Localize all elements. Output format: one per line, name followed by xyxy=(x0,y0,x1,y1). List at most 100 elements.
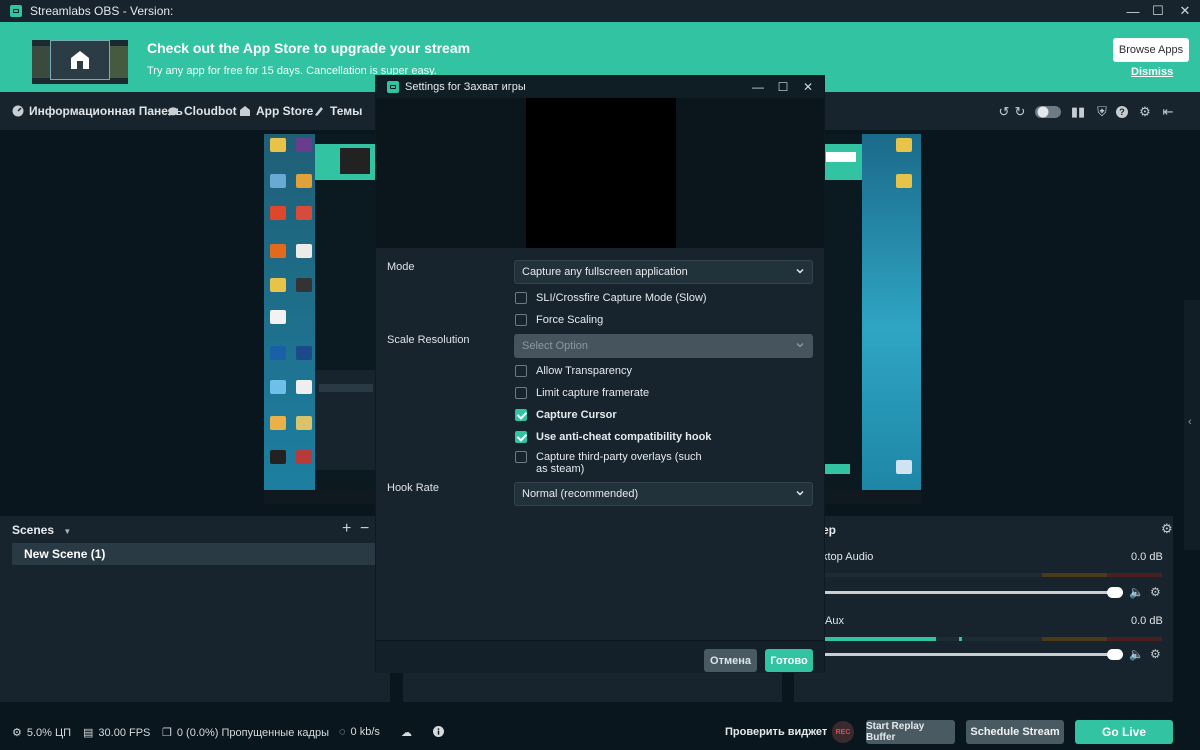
fps-readout: ▤ 30.00 FPS xyxy=(83,726,151,740)
nav-item-label: App Store xyxy=(256,104,314,118)
undo-icon[interactable]: ↺ xyxy=(996,104,1012,120)
speaker-icon[interactable]: 🔈 xyxy=(1129,585,1144,599)
checkbox-sli-crossfire[interactable]: SLI/Crossfire Capture Mode (Slow) xyxy=(515,292,707,304)
preview-nested-obs-left xyxy=(315,134,375,490)
mode-select[interactable]: Capture any fullscreen application xyxy=(514,260,813,284)
window-titlebar: Streamlabs OBS - Version: — ☐ ✕ xyxy=(0,0,1200,22)
sidebar-collapse-handle[interactable]: ‹ xyxy=(1184,300,1200,550)
mode-select-value: Capture any fullscreen application xyxy=(522,266,688,278)
checkbox-box[interactable] xyxy=(515,314,527,326)
volume-slider[interactable] xyxy=(822,591,1122,594)
source-preview-frame xyxy=(526,98,676,248)
source-gear-icon[interactable]: ⚙ xyxy=(1150,585,1161,599)
dismiss-link[interactable]: Dismiss xyxy=(1131,66,1173,78)
preview-nested-obs-right xyxy=(822,134,862,490)
chevron-down-icon xyxy=(796,490,804,496)
record-label: REC xyxy=(835,728,851,736)
dialog-close-icon[interactable]: ✕ xyxy=(796,76,820,98)
window-title: Streamlabs OBS - Version: xyxy=(30,4,174,18)
mixer-dock xyxy=(794,516,1173,702)
audio-meter xyxy=(822,637,1162,641)
checkbox-box[interactable] xyxy=(515,409,527,421)
svg-text:?: ? xyxy=(1119,107,1125,117)
done-button[interactable]: Готово xyxy=(765,649,813,672)
checkbox-limit-framerate[interactable]: Limit capture framerate xyxy=(515,387,649,399)
checkbox-capture-cursor[interactable]: Capture Cursor xyxy=(515,409,617,421)
checkbox-box[interactable] xyxy=(515,451,527,463)
browse-apps-button[interactable]: Browse Apps xyxy=(1113,38,1189,62)
nav-item-app-store[interactable]: App Store xyxy=(239,104,313,118)
nav-item-label: Cloudbot xyxy=(184,104,237,118)
nav-item-themes[interactable]: Темы xyxy=(313,104,362,118)
film-icon: ▤ xyxy=(83,727,94,739)
dialog-footer: Отмена Готово xyxy=(376,640,824,673)
studio-mode-icon[interactable]: ▮▮ xyxy=(1070,104,1086,120)
maximize-icon[interactable]: ☐ xyxy=(1143,0,1173,22)
mixer-settings-gear-icon[interactable]: ⚙ xyxy=(1161,521,1173,537)
nav-item-dashboard[interactable]: Информационная Панель xyxy=(12,104,183,118)
schedule-stream-button[interactable]: Schedule Stream xyxy=(966,720,1064,744)
hook-rate-label: Hook Rate xyxy=(387,482,439,494)
shield-icon[interactable]: ⛨ xyxy=(1094,104,1110,120)
streamlabs-logo-icon xyxy=(10,5,22,17)
chevron-left-icon[interactable]: ‹ xyxy=(1188,416,1192,428)
dialog-maximize-icon[interactable]: ☐ xyxy=(771,76,795,98)
volume-slider-handle[interactable] xyxy=(1107,587,1123,598)
test-widgets-link[interactable]: Проверить виджет xyxy=(725,726,827,738)
chevron-down-icon[interactable]: ▼ xyxy=(63,527,71,536)
start-replay-buffer-button[interactable]: Start Replay Buffer xyxy=(866,720,955,744)
go-live-button[interactable]: Go Live xyxy=(1075,720,1173,744)
hook-rate-value: Normal (recommended) xyxy=(522,488,639,500)
cloudbot-icon xyxy=(168,107,178,116)
chevron-down-icon xyxy=(796,268,804,274)
checkbox-allow-transparency[interactable]: Allow Transparency xyxy=(515,365,632,377)
cpu-icon: ⚙ xyxy=(12,727,22,739)
dialog-titlebar: Settings for Захват игры — ☐ ✕ xyxy=(376,76,824,98)
bandwidth-readout: ◌ 0 kb/s xyxy=(339,726,380,738)
banner-headline: Check out the App Store to upgrade your … xyxy=(147,40,471,56)
checkbox-anti-cheat-hook[interactable]: Use anti-cheat compatibility hook xyxy=(515,431,711,443)
checkbox-box[interactable] xyxy=(515,292,527,304)
scene-list-item[interactable]: New Scene (1) xyxy=(12,543,390,565)
hook-rate-select[interactable]: Normal (recommended) xyxy=(514,482,813,506)
banner-thumbnail xyxy=(32,40,128,84)
settings-gear-icon[interactable]: ⚙ xyxy=(1137,104,1153,120)
speedometer-icon: ◌ xyxy=(339,726,346,738)
volume-slider[interactable] xyxy=(822,653,1122,656)
scale-resolution-label: Scale Resolution xyxy=(387,334,470,346)
cloud-icon[interactable]: ☁ xyxy=(401,726,412,739)
record-button[interactable]: REC xyxy=(832,721,854,743)
night-mode-toggle[interactable] xyxy=(1034,104,1062,120)
speaker-icon[interactable]: 🔈 xyxy=(1129,647,1144,661)
remove-scene-icon[interactable]: − xyxy=(360,520,369,538)
settings-dialog: Settings for Захват игры — ☐ ✕ Mode Capt… xyxy=(375,75,825,673)
mixer-source-db: 0.0 dB xyxy=(1131,615,1163,627)
info-icon[interactable] xyxy=(433,726,444,737)
checkbox-box[interactable] xyxy=(515,431,527,443)
mixer-source-name: ktop Audio xyxy=(822,551,874,563)
scale-resolution-placeholder: Select Option xyxy=(522,340,589,352)
close-icon[interactable]: ✕ xyxy=(1170,0,1200,22)
volume-slider-handle[interactable] xyxy=(1107,649,1123,660)
checkbox-third-party-overlays[interactable]: Capture third-party overlays (such as st… xyxy=(515,451,715,475)
scenes-title: Scenes ▼ xyxy=(12,523,72,537)
preview-wallpaper xyxy=(862,134,921,490)
redo-icon[interactable]: ↻ xyxy=(1012,104,1028,120)
checkbox-box[interactable] xyxy=(515,387,527,399)
source-gear-icon[interactable]: ⚙ xyxy=(1150,647,1161,661)
dialog-title: Settings for Захват игры xyxy=(405,81,526,93)
cancel-button[interactable]: Отмена xyxy=(704,649,757,672)
add-scene-icon[interactable]: + xyxy=(342,520,351,538)
logout-icon[interactable]: ⇤ xyxy=(1160,104,1176,120)
checkbox-box[interactable] xyxy=(515,365,527,377)
checkbox-force-scaling[interactable]: Force Scaling xyxy=(515,314,603,326)
mixer-source-db: 0.0 dB xyxy=(1131,551,1163,563)
scale-resolution-select[interactable]: Select Option xyxy=(514,334,813,358)
frames-icon: ❐ xyxy=(162,727,172,739)
audio-meter xyxy=(822,573,1162,577)
nav-item-label: Темы xyxy=(330,104,363,118)
preview-desktop-icons xyxy=(264,134,315,490)
dialog-minimize-icon[interactable]: — xyxy=(746,76,770,98)
nav-item-cloudbot[interactable]: Cloudbot xyxy=(167,104,237,118)
help-icon[interactable]: ? xyxy=(1114,104,1130,120)
